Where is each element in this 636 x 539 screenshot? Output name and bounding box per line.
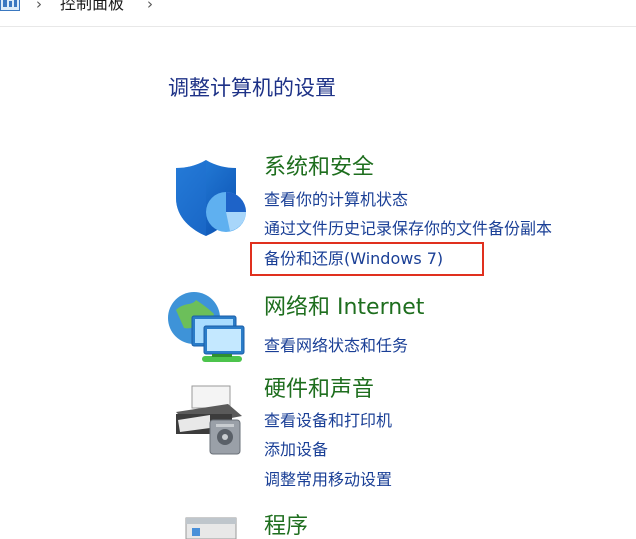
shield-icon[interactable] <box>170 156 250 242</box>
link-network-status-tasks[interactable]: 查看网络状态和任务 <box>264 335 408 357</box>
network-globe-icon[interactable] <box>166 290 248 370</box>
link-mobility-settings[interactable]: 调整常用移动设置 <box>264 469 392 491</box>
chevron-right-icon[interactable]: › <box>36 0 42 14</box>
control-panel-icon <box>0 0 20 12</box>
address-bar: › 控制面板 › <box>0 0 636 27</box>
link-view-computer-status[interactable]: 查看你的计算机状态 <box>264 189 408 211</box>
control-panel-window: › 控制面板 › 调整计算机的设置 系统和安全 查看你的计算机状态 通过文件历史… <box>0 0 636 539</box>
page-title: 调整计算机的设置 <box>168 76 336 100</box>
category-title-system-security[interactable]: 系统和安全 <box>264 154 374 182</box>
programs-icon[interactable] <box>184 514 244 539</box>
highlight-box <box>250 242 484 276</box>
link-add-device[interactable]: 添加设备 <box>264 439 328 461</box>
printer-icon[interactable] <box>170 382 246 460</box>
category-title-programs[interactable]: 程序 <box>264 513 308 539</box>
breadcrumb-control-panel[interactable]: 控制面板 <box>60 0 124 15</box>
category-title-hardware-sound[interactable]: 硬件和声音 <box>264 376 374 404</box>
link-file-history-backup[interactable]: 通过文件历史记录保存你的文件备份副本 <box>264 218 552 240</box>
link-devices-printers[interactable]: 查看设备和打印机 <box>264 410 392 432</box>
chevron-right-icon[interactable]: › <box>147 0 153 14</box>
category-title-network-internet[interactable]: 网络和 Internet <box>264 294 424 322</box>
